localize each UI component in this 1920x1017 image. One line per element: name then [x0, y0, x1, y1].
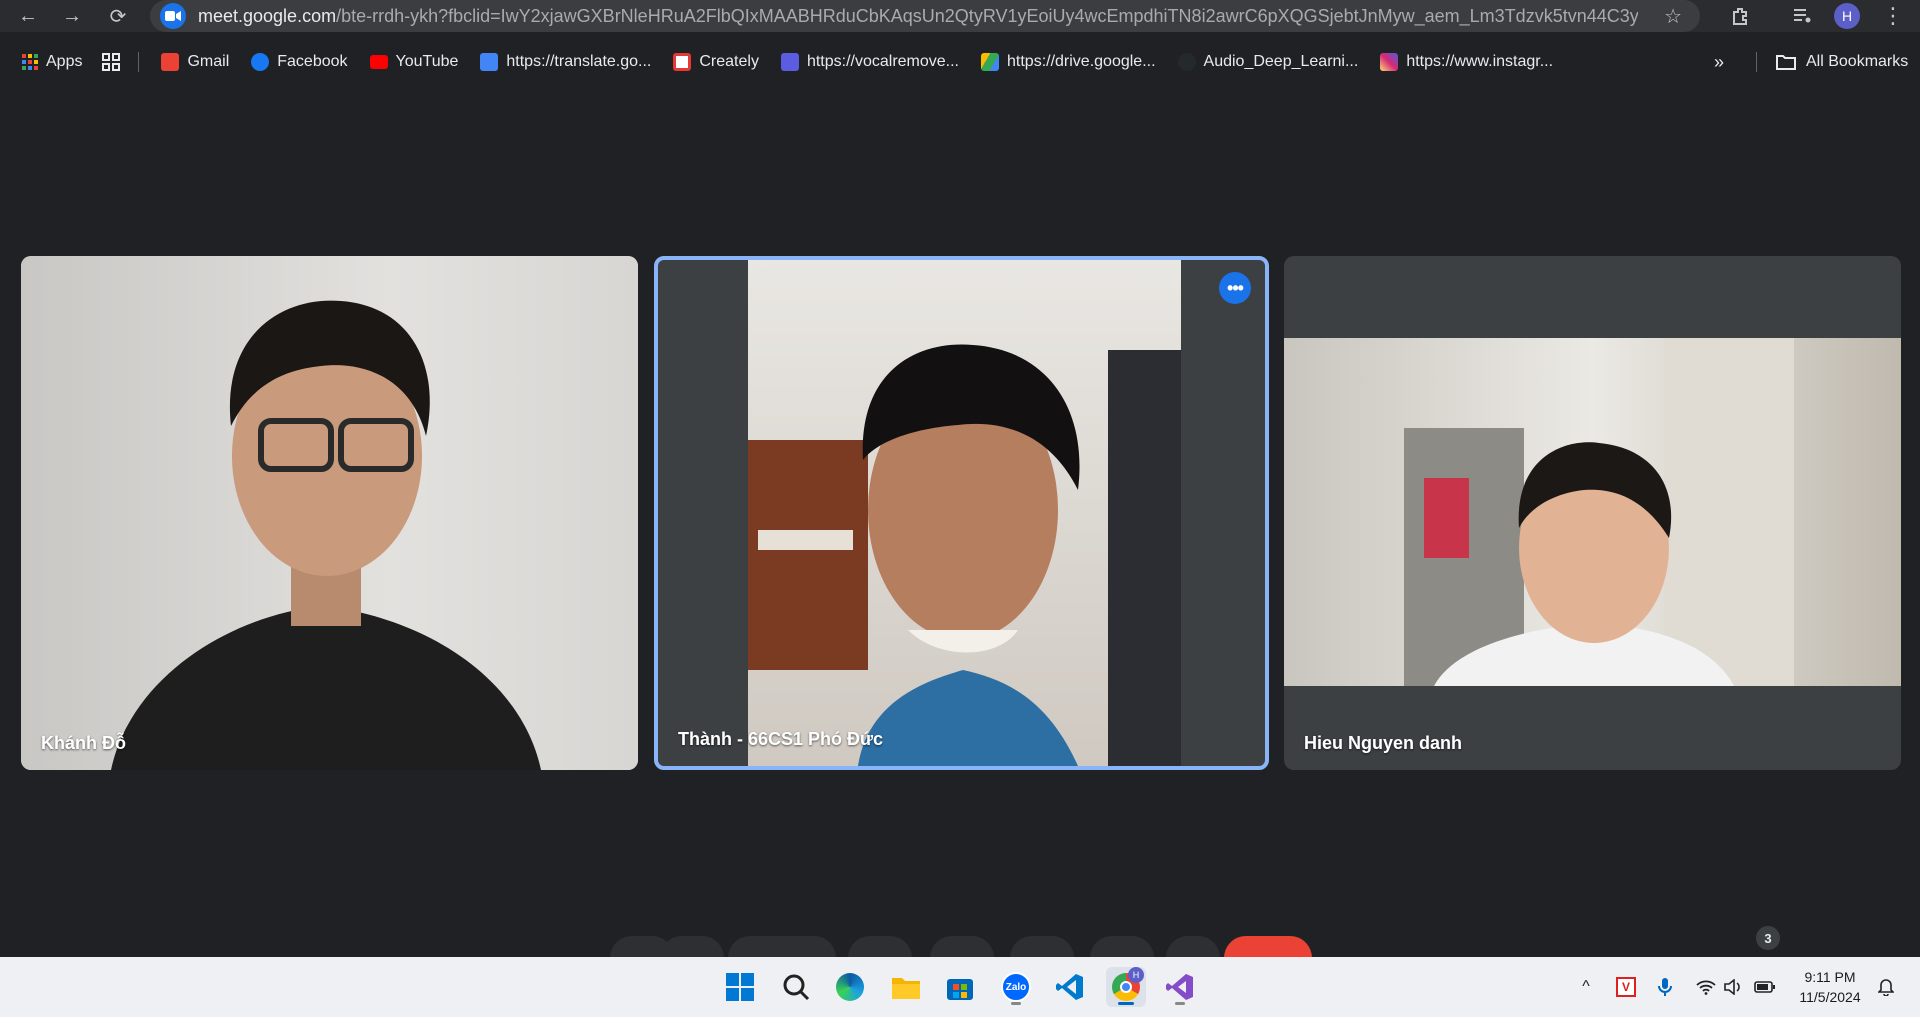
url-host: meet.google.com — [198, 5, 337, 26]
back-arrow-icon[interactable]: ← — [6, 0, 50, 32]
bookmark-label: Apps — [46, 53, 83, 70]
clock-time: 9:11 PM — [1804, 969, 1856, 985]
bookmark-creately[interactable]: Creately — [673, 53, 759, 71]
facebook-icon — [251, 53, 270, 71]
vscode-icon[interactable] — [1050, 967, 1090, 1007]
wifi-icon[interactable] — [1694, 957, 1718, 1017]
bookmark-drive[interactable]: https://drive.google... — [981, 53, 1156, 71]
vivaldi-tray-icon[interactable]: V — [1614, 957, 1638, 1017]
browser-toolbar: ← → ⟳ meet.google.com/bte-rrdh-ykh?fbcli… — [0, 0, 1920, 32]
leave-call-button[interactable] — [1224, 936, 1312, 958]
tab-groups-icon[interactable] — [102, 53, 121, 71]
bookmark-star-icon[interactable]: ☆ — [1664, 4, 1682, 29]
captions-button[interactable] — [848, 936, 912, 958]
video-feed — [748, 260, 1181, 766]
present-button[interactable] — [1010, 936, 1074, 958]
participant-name: Khánh Đỗ — [41, 733, 126, 753]
url-text: meet.google.com/bte-rrdh-ykh?fbclid=IwY2… — [198, 6, 1638, 27]
menu-kebab-icon[interactable]: ⋮ — [1878, 0, 1908, 32]
reload-icon[interactable]: ⟳ — [96, 0, 140, 32]
participants-count-badge[interactable]: 3 — [1756, 926, 1780, 950]
participant-name: Thành - 66CS1 Phó Đức — [678, 729, 884, 749]
creately-icon — [673, 53, 692, 71]
start-icon[interactable] — [720, 967, 760, 1007]
folder-icon — [1776, 55, 1796, 70]
github-icon — [1177, 53, 1196, 71]
participant-tile[interactable]: Hieu Nguyen danh — [1284, 256, 1901, 770]
bookmarks-bar: Apps Gmail Facebook YouTube https://tran… — [0, 44, 1920, 80]
bookmarks-overflow-button[interactable]: » — [1714, 44, 1724, 80]
zalo-icon[interactable]: Zalo — [996, 967, 1036, 1007]
bookmark-translate[interactable]: https://translate.go... — [480, 53, 651, 71]
all-bookmarks-button[interactable]: All Bookmarks — [1776, 44, 1908, 80]
extensions-icon[interactable] — [1722, 0, 1758, 32]
media-control-icon[interactable] — [1784, 0, 1820, 32]
bookmark-divider — [1756, 52, 1757, 72]
edge-icon[interactable] — [830, 967, 870, 1007]
notification-bell-icon[interactable] — [1874, 957, 1898, 1017]
microphone-tray-icon[interactable] — [1654, 957, 1676, 1017]
vocalremover-icon — [780, 53, 799, 71]
video-feed — [21, 256, 638, 770]
google-drive-icon — [981, 53, 999, 71]
bookmark-instagram[interactable]: https://www.instagr... — [1380, 53, 1553, 71]
gmail-icon — [161, 53, 180, 71]
participant-tile[interactable]: Khánh Đỗ — [21, 256, 638, 770]
apps-grid-icon — [22, 54, 38, 70]
google-translate-icon — [480, 53, 499, 71]
raise-hand-button[interactable] — [1090, 936, 1154, 958]
url-path: /bte-rrdh-ykh?fbclid=IwY2xjawGXBrNleHRuA… — [336, 5, 1638, 26]
windows-taskbar: Zalo H ^ V 9:11 PM 11/5/2024 — [0, 957, 1920, 1017]
zalo-label: Zalo — [1001, 972, 1031, 1002]
bookmark-facebook[interactable]: Facebook — [251, 53, 348, 71]
running-indicator — [1011, 1002, 1021, 1005]
camera-button[interactable] — [728, 936, 836, 958]
running-indicator — [1175, 1002, 1185, 1005]
show-hidden-icons-chevron-icon[interactable]: ^ — [1576, 957, 1596, 1017]
system-clock[interactable]: 9:11 PM 11/5/2024 — [1790, 967, 1870, 1007]
profile-avatar[interactable]: H — [1834, 0, 1860, 32]
microphone-button[interactable] — [660, 936, 724, 958]
clock-date: 11/5/2024 — [1799, 989, 1861, 1005]
file-explorer-icon[interactable] — [886, 967, 926, 1007]
bookmark-github[interactable]: Audio_Deep_Learni... — [1177, 53, 1358, 71]
video-feed — [1284, 338, 1901, 686]
bookmark-divider — [138, 52, 140, 72]
volume-icon[interactable] — [1722, 957, 1744, 1017]
options-button[interactable] — [1166, 936, 1220, 958]
forward-arrow-icon[interactable]: → — [50, 0, 94, 32]
visual-studio-icon[interactable] — [1160, 967, 1200, 1007]
bookmark-gmail[interactable]: Gmail — [161, 53, 229, 71]
participant-name: Hieu Nguyen danh — [1304, 733, 1463, 753]
youtube-icon — [369, 55, 388, 69]
search-icon[interactable] — [776, 967, 816, 1007]
battery-icon[interactable] — [1752, 957, 1778, 1017]
instagram-icon — [1380, 53, 1399, 71]
bookmark-apps[interactable]: Apps — [22, 53, 82, 71]
microsoft-store-icon[interactable] — [940, 967, 980, 1007]
more-options-button[interactable]: ••• — [1219, 272, 1251, 304]
bookmark-youtube[interactable]: YouTube — [369, 53, 458, 71]
meet-site-icon — [160, 3, 186, 29]
running-indicator — [1118, 1002, 1134, 1005]
address-bar[interactable]: meet.google.com/bte-rrdh-ykh?fbclid=IwY2… — [150, 0, 1700, 32]
profile-badge: H — [1128, 967, 1144, 983]
chrome-icon[interactable]: H — [1106, 967, 1146, 1007]
reactions-button[interactable] — [930, 936, 994, 958]
bookmark-vocalremover[interactable]: https://vocalremove... — [780, 53, 959, 71]
participant-tile-active[interactable]: ••• Thành - 66CS1 Phó Đức — [654, 256, 1269, 770]
